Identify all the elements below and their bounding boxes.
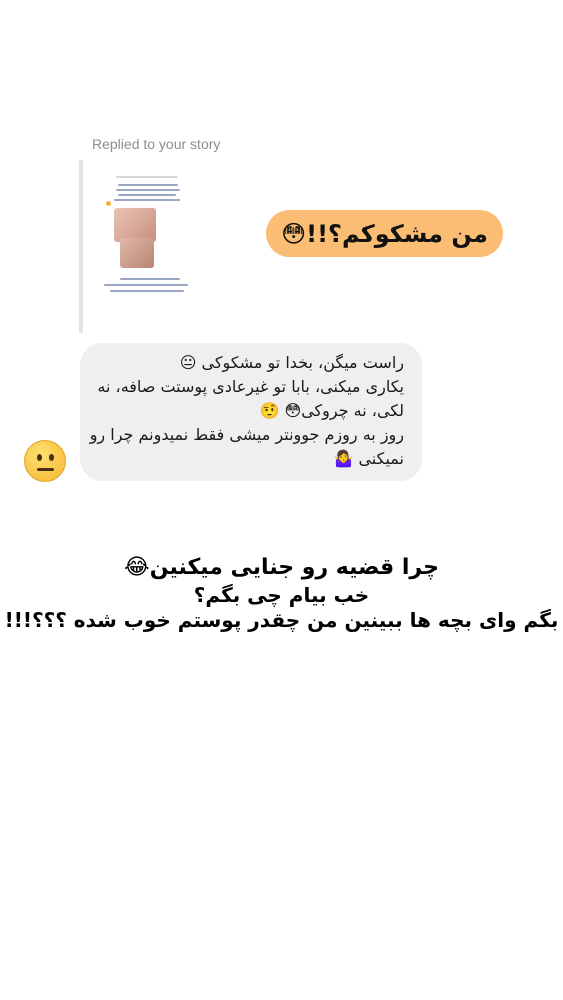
outgoing-message-text: من مشکوکم؟!!😳: [281, 219, 488, 248]
story-photo-face: [114, 208, 156, 242]
story-caption-line-3: بگم وای بچه ها ببینین من چقدر پوستم خوب …: [4, 608, 559, 632]
emoji-mouth: [37, 468, 54, 471]
story-caption-line-2: خب بیام چی بگم؟: [193, 583, 370, 607]
story-text-line: [118, 184, 178, 186]
emoji-eye: [49, 454, 54, 461]
story-text-line: [116, 176, 178, 178]
story-emoji-icon: [106, 201, 111, 206]
story-photo-face: [120, 238, 154, 268]
story-text-line: [118, 194, 176, 196]
reply-quote-bar: [79, 160, 83, 333]
incoming-message-line: نمیکنی 🤷‍♀️: [333, 449, 404, 468]
outgoing-message-bubble[interactable]: من مشکوکم؟!!😳: [266, 210, 503, 257]
story-caption-line-1: چرا قضیه رو جنایی میکنین😂: [124, 555, 439, 580]
incoming-message-line: روز به روزم جوونتر میشی فقط نمیدونم چرا …: [89, 425, 404, 444]
incoming-message-line: راست میگن، بخدا تو مشکوکی 😐: [179, 353, 404, 372]
incoming-message-line: لکی، نه چروکی😳 🤨: [259, 401, 405, 420]
replied-to-story-label: Replied to your story: [92, 136, 221, 152]
incoming-message-line: یکاری میکنی، بابا تو غیرعادی پوستت صافه،…: [97, 377, 404, 396]
story-text-line: [114, 199, 180, 201]
story-text-line: [120, 278, 180, 280]
story-text-line: [104, 284, 188, 286]
story-text-line: [116, 189, 180, 191]
emoji-eye: [37, 454, 42, 461]
story-text-line: [110, 290, 184, 292]
incoming-message-bubble[interactable]: راست میگن، بخدا تو مشکوکی 😐 یکاری میکنی،…: [80, 343, 422, 481]
neutral-face-emoji-icon[interactable]: [24, 440, 66, 482]
story-preview-thumbnail[interactable]: [98, 170, 194, 302]
